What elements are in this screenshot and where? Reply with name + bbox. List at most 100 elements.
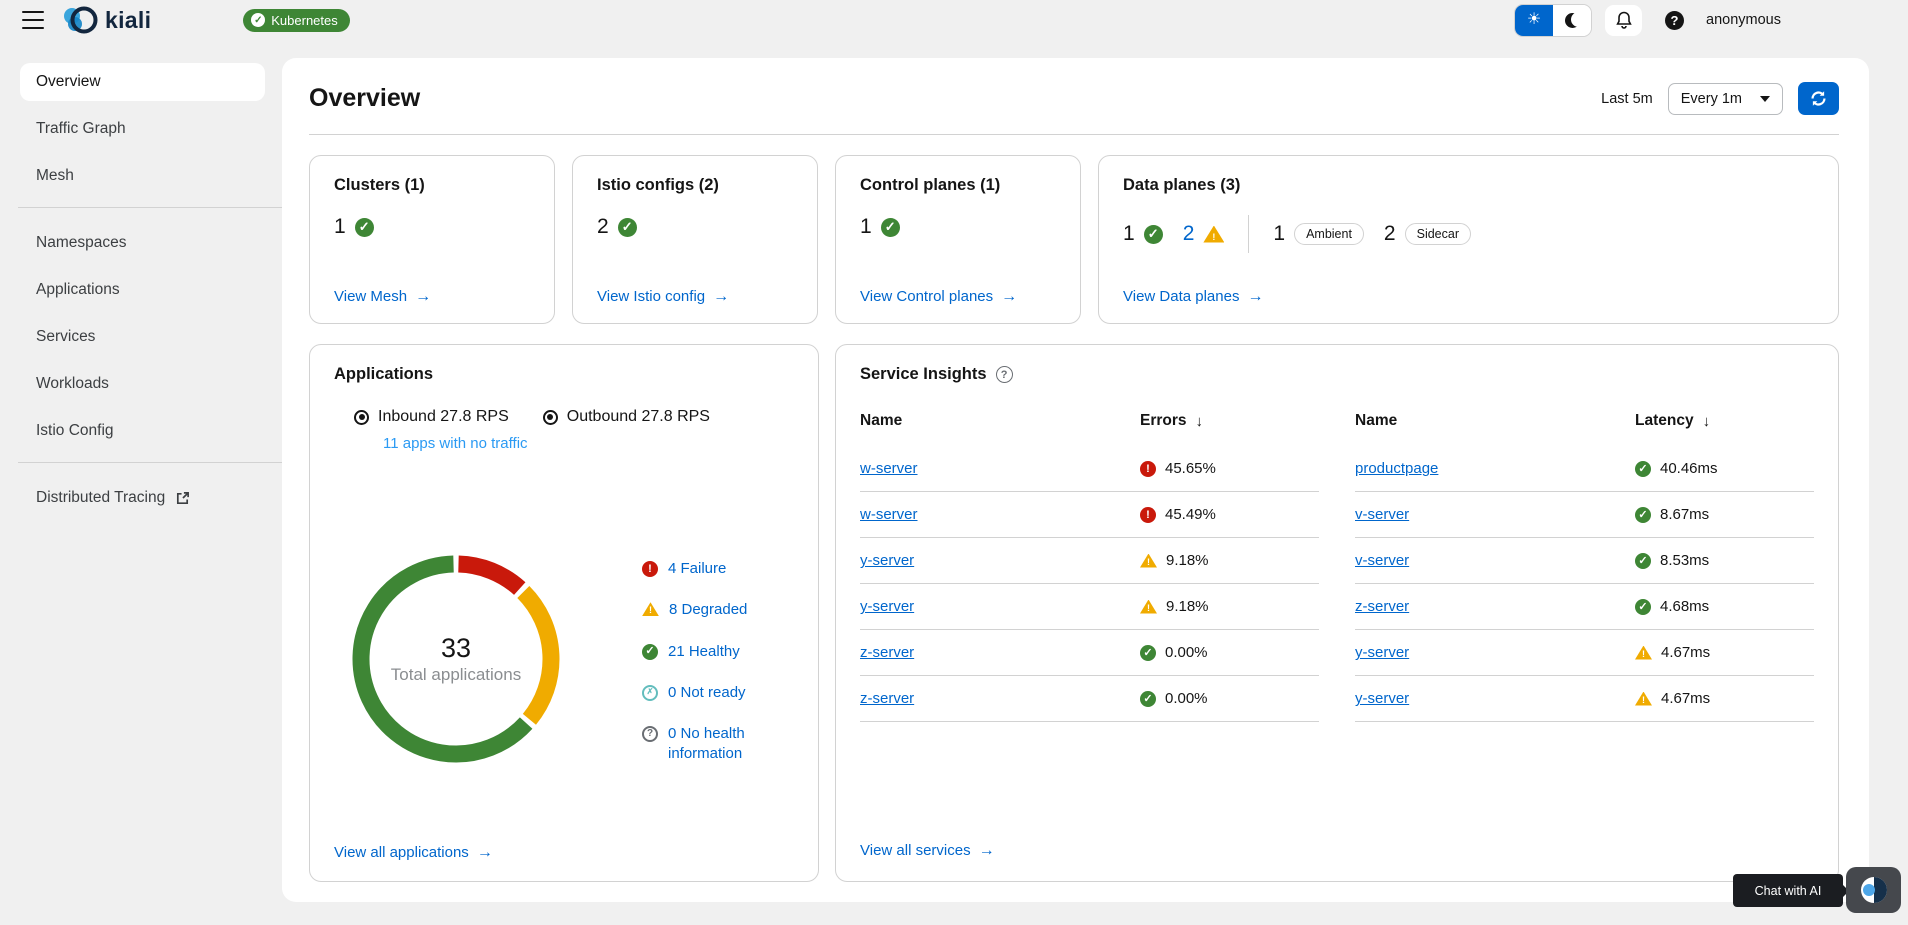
question-circle-icon xyxy=(642,726,658,742)
sidebar-item-services[interactable]: Services xyxy=(20,318,265,356)
donut-chart xyxy=(336,539,576,779)
sidebar-item-traffic-graph[interactable]: Traffic Graph xyxy=(20,110,265,148)
info-question-icon[interactable]: ? xyxy=(996,366,1013,383)
health-legend: 4 Failure 8 Degraded 21 Healthy 0 Not re… xyxy=(642,559,792,765)
column-header-label: Latency xyxy=(1635,412,1694,430)
bell-icon xyxy=(1616,11,1632,29)
no-traffic-link[interactable]: 11 apps with no traffic xyxy=(383,435,528,452)
brand-name: kiali xyxy=(105,7,151,34)
legend-failure-link[interactable]: 4 Failure xyxy=(642,559,792,579)
sidebar-item-mesh[interactable]: Mesh xyxy=(20,157,265,195)
link-label: View Mesh xyxy=(334,288,407,305)
sidebar-item-label: Workloads xyxy=(36,375,109,393)
sidebar-item-label: Istio Config xyxy=(36,422,114,440)
ambient-count: 1 xyxy=(1273,222,1285,246)
not-ready-icon xyxy=(642,685,658,701)
overview-panel: Overview Last 5m Every 1m Clusters (1) xyxy=(282,58,1869,902)
refresh-interval-select[interactable]: Every 1m xyxy=(1668,83,1783,115)
inbound-rps-label: Inbound 27.8 RPS xyxy=(378,408,509,426)
sidebar-item-istio-config[interactable]: Istio Config xyxy=(20,412,265,450)
outbound-rps-label: Outbound 27.8 RPS xyxy=(567,408,710,426)
sidebar-item-label: Distributed Tracing xyxy=(36,489,165,507)
service-link[interactable]: z-server xyxy=(860,644,914,661)
table-row: v-server 8.67ms xyxy=(1355,492,1814,538)
check-circle-icon xyxy=(355,218,374,237)
sidebar-item-distributed-tracing[interactable]: Distributed Tracing xyxy=(20,479,265,517)
masthead: kiali ✓ Kubernetes ☀ ? anonymous xyxy=(0,0,1908,40)
help-icon[interactable]: ? xyxy=(1665,11,1684,30)
arrow-right-icon: → xyxy=(1001,289,1017,305)
status-icon xyxy=(1635,692,1652,706)
view-all-services-link[interactable]: View all services → xyxy=(860,842,1814,859)
sort-descending-icon: ↓ xyxy=(1196,413,1204,430)
cluster-count: 1 xyxy=(334,215,346,239)
dot-circle-icon xyxy=(354,410,369,425)
status-icon xyxy=(1140,461,1156,477)
arrow-right-icon: → xyxy=(415,289,431,305)
sidebar-item-label: Traffic Graph xyxy=(36,120,126,138)
legend-degraded-link[interactable]: 8 Degraded xyxy=(642,600,792,620)
service-link[interactable]: z-server xyxy=(1355,598,1409,615)
dark-theme-button[interactable] xyxy=(1553,5,1591,36)
ambient-pill: Ambient xyxy=(1294,223,1364,245)
username: anonymous xyxy=(1706,12,1781,28)
light-theme-button[interactable]: ☀ xyxy=(1515,5,1553,36)
dataplane-healthy-count: 1 xyxy=(1123,222,1135,246)
arrow-right-icon: → xyxy=(1247,289,1263,305)
data-planes-card: Data planes (3) 1 2 1 Ambient 2 Sidecar xyxy=(1098,155,1839,324)
service-link[interactable]: y-server xyxy=(860,552,914,569)
service-link[interactable]: productpage xyxy=(1355,460,1438,477)
page-title: Overview xyxy=(309,84,420,113)
service-link[interactable]: w-server xyxy=(860,506,918,523)
service-link[interactable]: y-server xyxy=(860,598,914,615)
warning-triangle-icon xyxy=(1203,226,1224,243)
view-mesh-link[interactable]: View Mesh → xyxy=(334,288,530,305)
table-row: y-server 4.67ms xyxy=(1355,676,1814,722)
service-insights-card: Service Insights ? Name Errors ↓ w-serve… xyxy=(835,344,1839,882)
legend-not-ready-link[interactable]: 0 Not ready xyxy=(642,683,792,703)
inbound-rps: Inbound 27.8 RPS xyxy=(354,408,509,426)
table-row: v-server 8.53ms xyxy=(1355,538,1814,584)
service-link[interactable]: w-server xyxy=(860,460,918,477)
status-icon xyxy=(1140,507,1156,523)
check-circle-icon xyxy=(881,218,900,237)
legend-healthy-link[interactable]: 21 Healthy xyxy=(642,642,792,662)
view-control-planes-link[interactable]: View Control planes → xyxy=(860,288,1056,305)
sidebar-item-workloads[interactable]: Workloads xyxy=(20,365,265,403)
latency-table: Name Latency ↓ productpage 40.46ms v-ser… xyxy=(1355,408,1814,722)
column-header-errors[interactable]: Errors ↓ xyxy=(1140,412,1319,430)
service-link[interactable]: y-server xyxy=(1355,690,1409,707)
view-all-applications-link[interactable]: View all applications → xyxy=(334,844,493,861)
column-header-label: Errors xyxy=(1140,412,1187,430)
metric-value: 4.67ms xyxy=(1661,690,1710,707)
sidebar-item-namespaces[interactable]: Namespaces xyxy=(20,224,265,262)
legend-label: 0 No health information xyxy=(668,724,792,765)
dataplane-warning-count[interactable]: 2 xyxy=(1183,222,1195,246)
warning-triangle-icon xyxy=(642,602,659,616)
service-link[interactable]: z-server xyxy=(860,690,914,707)
link-label: View all services xyxy=(860,842,971,859)
view-istio-config-link[interactable]: View Istio config → xyxy=(597,288,793,305)
service-link[interactable]: y-server xyxy=(1355,644,1409,661)
column-header-latency[interactable]: Latency ↓ xyxy=(1635,412,1814,430)
card-title: Clusters (1) xyxy=(334,176,530,195)
errors-table: Name Errors ↓ w-server 45.65% w-server 4… xyxy=(860,408,1319,722)
view-data-planes-link[interactable]: View Data planes → xyxy=(1123,288,1814,305)
table-row: z-server 4.68ms xyxy=(1355,584,1814,630)
sidebar-item-label: Services xyxy=(36,328,95,346)
legend-no-health-link[interactable]: 0 No health information xyxy=(642,724,792,765)
refresh-button[interactable] xyxy=(1798,82,1839,115)
sidebar-item-overview[interactable]: Overview xyxy=(20,63,265,101)
service-link[interactable]: v-server xyxy=(1355,506,1409,523)
status-icon xyxy=(1635,461,1651,477)
notifications-button[interactable] xyxy=(1605,5,1642,36)
sidebar-item-applications[interactable]: Applications xyxy=(20,271,265,309)
service-link[interactable]: v-server xyxy=(1355,552,1409,569)
hamburger-menu-icon[interactable] xyxy=(22,11,44,29)
control-plane-count: 1 xyxy=(860,215,872,239)
metric-value: 4.67ms xyxy=(1661,644,1710,661)
sidecar-count: 2 xyxy=(1384,222,1396,246)
chat-with-ai-button[interactable] xyxy=(1846,867,1901,913)
refresh-interval-value: Every 1m xyxy=(1681,91,1742,107)
arrow-right-icon: → xyxy=(713,289,729,305)
